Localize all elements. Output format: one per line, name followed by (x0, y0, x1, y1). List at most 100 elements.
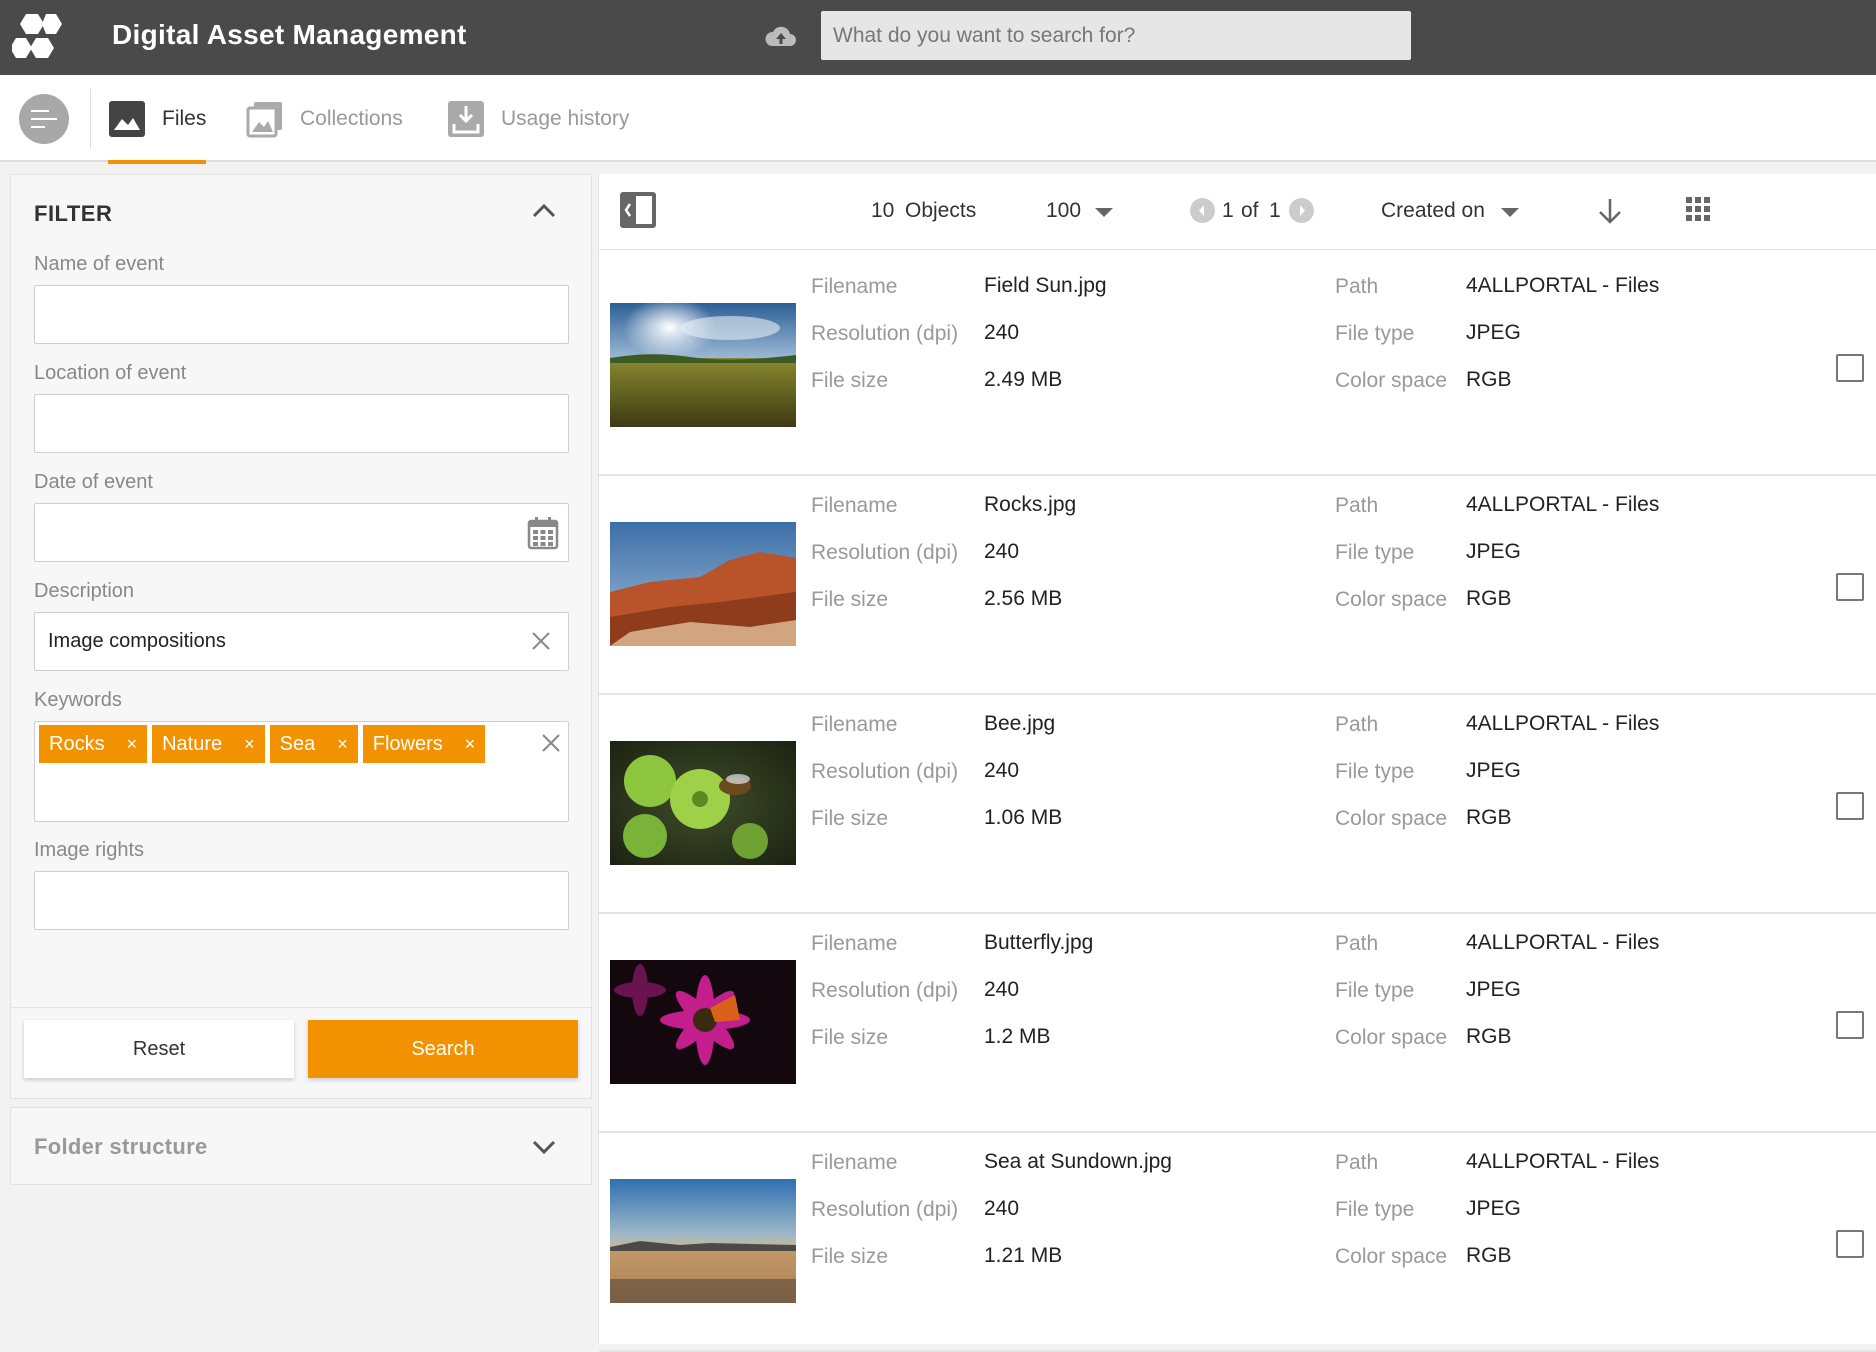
tab-label: Collections (300, 106, 403, 130)
file-row[interactable]: Filename Rocks.jpg Resolution (dpi) 240 … (599, 476, 1876, 695)
colorspace-label: Color space (1335, 1245, 1448, 1268)
remove-chip-icon[interactable]: × (244, 734, 255, 755)
sort-select[interactable]: Created on (1381, 199, 1485, 223)
filetype-label: File type (1335, 979, 1415, 1002)
chip-label: Rocks (49, 732, 105, 755)
filter-panel: FILTER Name of event Location of event D… (10, 174, 592, 1099)
menu-button[interactable] (19, 94, 69, 144)
app-logo-icon[interactable] (12, 12, 68, 62)
path-value: 4ALLPORTAL - Files (1466, 931, 1660, 954)
menu-line (31, 118, 57, 120)
tab-divider (90, 89, 91, 149)
resolution-label: Resolution (dpi) (811, 322, 959, 345)
resolution-value: 240 (984, 1197, 1020, 1220)
thumbnail-butterfly[interactable] (610, 960, 796, 1084)
cloud-upload-icon[interactable] (764, 22, 798, 52)
filetype-value: JPEG (1466, 759, 1521, 782)
clear-keywords-icon[interactable] (540, 732, 562, 754)
next-page-button[interactable] (1289, 198, 1314, 223)
resolution-label: Resolution (dpi) (811, 1198, 959, 1221)
resolution-value: 240 (984, 321, 1020, 344)
select-checkbox[interactable] (1836, 573, 1864, 601)
path-label: Path (1335, 1151, 1379, 1174)
colorspace-label: Color space (1335, 807, 1448, 830)
path-label: Path (1335, 713, 1379, 736)
chevron-up-icon[interactable] (531, 200, 557, 220)
per-page-select[interactable]: 100 (1046, 199, 1081, 223)
grid-view-icon[interactable] (1685, 196, 1711, 222)
calendar-icon[interactable] (527, 516, 559, 550)
colorspace-value: RGB (1466, 368, 1512, 391)
top-bar: Digital Asset Management What do you wan… (0, 0, 1876, 75)
image-rights-field[interactable] (34, 871, 569, 930)
filetype-label: File type (1335, 1198, 1415, 1221)
select-checkbox[interactable] (1836, 792, 1864, 820)
description-value: Image compositions (48, 630, 226, 652)
object-count: 10 (871, 199, 895, 222)
toggle-sidebar-icon[interactable] (619, 191, 657, 229)
results-toolbar: 10 Objects 100 1 of 1 Created on (599, 174, 1876, 250)
clear-icon[interactable] (530, 630, 552, 652)
colorspace-value: RGB (1466, 806, 1512, 829)
location-of-event-field[interactable] (34, 394, 569, 453)
filename-label: Filename (811, 1151, 898, 1174)
path-value: 4ALLPORTAL - Files (1466, 712, 1660, 735)
tab-usage-history[interactable]: Usage history (447, 75, 629, 162)
filename-label: Filename (811, 932, 898, 955)
reset-button[interactable]: Reset (24, 1020, 294, 1078)
tab-collections[interactable]: Collections (246, 75, 403, 162)
prev-page-button[interactable] (1190, 198, 1215, 223)
filename-value: Rocks.jpg (984, 493, 1077, 516)
folder-structure-panel[interactable]: Folder structure (10, 1107, 592, 1185)
keywords-field[interactable]: Rocks × Nature × Sea × Flowers × (34, 721, 569, 822)
search-button[interactable]: Search (308, 1020, 578, 1078)
select-checkbox[interactable] (1836, 1230, 1864, 1258)
search-input[interactable]: What do you want to search for? (821, 11, 1411, 60)
thumbnail-sea-at-sundown[interactable] (610, 1179, 796, 1303)
filesize-value: 1.21 MB (984, 1244, 1063, 1267)
filesize-label: File size (811, 1245, 889, 1268)
name-of-event-field[interactable] (34, 285, 569, 344)
keyword-chip: Sea × (269, 725, 358, 763)
thumbnail-bee[interactable] (610, 741, 796, 865)
page-total: 1 (1269, 199, 1281, 222)
colorspace-label: Color space (1335, 369, 1448, 392)
sort-dropdown-icon[interactable] (1501, 208, 1519, 217)
tab-label: Files (162, 106, 207, 130)
keyword-chip: Rocks × (39, 725, 148, 763)
colorspace-value: RGB (1466, 1244, 1512, 1267)
page-of: of (1241, 199, 1259, 222)
sort-direction-icon[interactable] (1595, 196, 1625, 226)
filetype-value: JPEG (1466, 978, 1521, 1001)
per-page-dropdown-icon[interactable] (1095, 208, 1113, 217)
file-row[interactable]: Filename Sea at Sundown.jpg Resolution (… (599, 1133, 1876, 1352)
remove-chip-icon[interactable]: × (127, 734, 138, 755)
select-checkbox[interactable] (1836, 354, 1864, 382)
remove-chip-icon[interactable]: × (465, 734, 476, 755)
filesize-value: 2.56 MB (984, 587, 1063, 610)
path-value: 4ALLPORTAL - Files (1466, 274, 1660, 297)
object-count-label: Objects (905, 199, 977, 222)
select-checkbox[interactable] (1836, 1011, 1864, 1039)
filetype-value: JPEG (1466, 1197, 1521, 1220)
collections-icon (246, 101, 282, 137)
tab-files[interactable]: Files (108, 75, 207, 164)
file-row[interactable]: Filename Field Sun.jpg Resolution (dpi) … (599, 257, 1876, 476)
thumbnail-rocks[interactable] (610, 522, 796, 646)
filesize-label: File size (811, 807, 889, 830)
chevron-down-icon[interactable] (531, 1138, 557, 1158)
filename-value: Sea at Sundown.jpg (984, 1150, 1172, 1173)
file-row[interactable]: Filename Bee.jpg Resolution (dpi) 240 Fi… (599, 695, 1876, 914)
description-field[interactable]: Image compositions (34, 612, 569, 671)
remove-chip-icon[interactable]: × (337, 734, 348, 755)
thumbnail-field-sun[interactable] (610, 303, 796, 427)
chip-label: Nature (162, 732, 223, 755)
date-of-event-field[interactable] (34, 503, 569, 562)
app-title: Digital Asset Management (112, 19, 467, 50)
file-row[interactable]: Filename Butterfly.jpg Resolution (dpi) … (599, 914, 1876, 1133)
filetype-label: File type (1335, 541, 1415, 564)
filesize-label: File size (811, 1026, 889, 1049)
description-label: Description (34, 580, 135, 602)
chevron-left-icon (1199, 205, 1204, 216)
resolution-value: 240 (984, 540, 1020, 563)
